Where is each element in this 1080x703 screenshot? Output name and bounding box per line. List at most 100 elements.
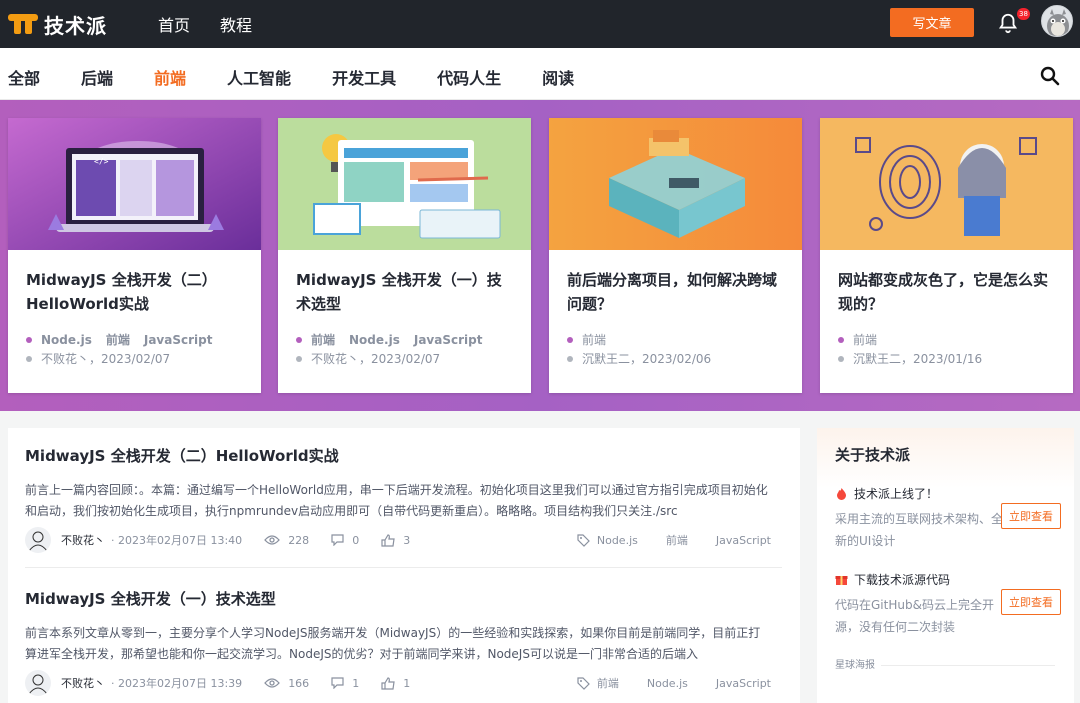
search-icon[interactable] [1040, 66, 1060, 86]
brand-logo[interactable]: 技术派 [8, 9, 107, 39]
comment-icon [331, 677, 344, 689]
comment-count[interactable]: 0 [331, 534, 359, 547]
tag-icon [577, 676, 590, 690]
card-author-date-text: 不败花丶，2023/02/07 [311, 352, 441, 366]
card-title[interactable]: MidwayJS 全栈开发（一）技术选型 [296, 268, 516, 316]
card-tag[interactable]: Node.js [41, 333, 92, 347]
comment-count-value: 1 [352, 676, 360, 690]
card-tags: 前端 Node.js JavaScript [296, 331, 496, 348]
view-count-value: 228 [288, 533, 310, 547]
featured-card[interactable]: MidwayJS 全栈开发（一）技术选型 前端 Node.js JavaScri… [278, 118, 531, 393]
card-tag[interactable]: 前端 [106, 331, 130, 348]
card-tags: 前端 [567, 331, 620, 348]
article-tags: Node.js 前端 JavaScript [577, 532, 771, 548]
card-tags: Node.js 前端 JavaScript [26, 331, 226, 348]
article-summary: 前言本系列文章从零到一，主要分享个人学习NodeJS服务端开发（MidwayJS… [25, 626, 761, 661]
card-author-date: 不败花丶，2023/02/07 [26, 350, 170, 367]
article-tag[interactable]: Node.js [647, 677, 688, 690]
card-tag[interactable]: JavaScript [414, 333, 483, 347]
bell-icon[interactable] [997, 12, 1019, 34]
card-tag[interactable]: Node.js [349, 333, 400, 347]
poster-label: 星球海报 [835, 656, 881, 671]
tag-icon [577, 533, 590, 547]
tab-devtools[interactable]: 开发工具 [332, 65, 396, 89]
featured-card[interactable]: 前后端分离项目，如何解决跨域问题？ 前端 沉默王二，2023/02/06 [549, 118, 802, 393]
card-author-date-text: 沉默王二，2023/02/06 [582, 352, 712, 366]
featured-card[interactable]: </> MidwayJS 全栈开发（二）HelloWorld实战 Node.js… [8, 118, 261, 393]
article-tags: 前端 Node.js JavaScript [577, 675, 771, 691]
article-item[interactable]: MidwayJS 全栈开发（一）技术选型 前言本系列文章从零到一，主要分享个人学… [25, 588, 785, 696]
article-summary: 前言上一篇内容回顾：。本篇：通过编写一个HelloWorld应用，串一下后端开发… [25, 483, 768, 518]
article-item[interactable]: MidwayJS 全栈开发（二）HelloWorld实战 前言上一篇内容回顾：。… [25, 445, 785, 553]
nav-tutorial[interactable]: 教程 [220, 12, 252, 36]
category-bar: 全部 后端 前端 人工智能 开发工具 代码人生 阅读 [0, 48, 1080, 100]
author-name[interactable]: 不败花丶 [61, 675, 105, 691]
article-tag[interactable]: Node.js [597, 534, 638, 547]
tab-code-life[interactable]: 代码人生 [437, 65, 501, 89]
meta-dot [838, 355, 844, 362]
article-tag[interactable]: JavaScript [716, 677, 771, 690]
meta-dot [567, 355, 573, 362]
view-now-button[interactable]: 立即查看 [1001, 589, 1061, 615]
sidebar-title: 关于技术派 [835, 446, 911, 464]
article-tag[interactable]: 前端 [597, 675, 619, 691]
card-tag[interactable]: 前端 [853, 331, 877, 348]
nav-home[interactable]: 首页 [158, 12, 190, 36]
eye-icon [264, 678, 281, 688]
card-tag[interactable]: 前端 [311, 331, 335, 348]
article-divider [25, 567, 782, 568]
card-author-date: 不败花丶，2023/02/07 [296, 350, 440, 367]
view-now-button[interactable]: 立即查看 [1001, 503, 1061, 529]
card-title[interactable]: 网站都变成灰色了，它是怎么实现的？ [838, 268, 1058, 316]
sidebar-item-head: 下载技术派源代码 [854, 573, 951, 587]
logo-mark-icon [8, 12, 38, 36]
category-tabs: 全部 后端 前端 人工智能 开发工具 代码人生 阅读 [8, 65, 615, 89]
sidebar-item-desc: 代码在GitHub&码云上完全开源，没有任何二次封装 [835, 598, 994, 634]
tab-reading[interactable]: 阅读 [542, 65, 574, 89]
like-count[interactable]: 3 [381, 534, 410, 547]
card-cover-image [278, 118, 531, 250]
eye-icon [264, 535, 281, 545]
sidebar-item-desc: 采用主流的互联网技术架构、全新的UI设计 [835, 512, 1004, 548]
thumbs-up-icon [381, 533, 395, 547]
write-article-button[interactable]: 写文章 [890, 8, 974, 37]
card-title[interactable]: MidwayJS 全栈开发（二）HelloWorld实战 [26, 268, 246, 316]
article-title[interactable]: MidwayJS 全栈开发（一）技术选型 [25, 588, 785, 609]
sidebar-item-head: 技术派上线了！ [854, 487, 939, 501]
tab-all[interactable]: 全部 [8, 65, 40, 89]
article-footer: 不败花丶 · 2023年02月07日 13:39 166 1 1 前端 Node… [25, 670, 785, 696]
card-author-date: 沉默王二，2023/01/16 [838, 350, 982, 367]
publish-time: · 2023年02月07日 13:40 [111, 534, 243, 547]
tab-frontend[interactable]: 前端 [154, 65, 186, 89]
comment-count[interactable]: 1 [331, 677, 359, 690]
view-count: 166 [264, 677, 309, 690]
brand-name: 技术派 [44, 13, 107, 38]
card-title[interactable]: 前后端分离项目，如何解决跨域问题？ [567, 268, 787, 316]
article-title[interactable]: MidwayJS 全栈开发（二）HelloWorld实战 [25, 445, 785, 466]
article-tag[interactable]: JavaScript [716, 534, 771, 547]
article-tag[interactable]: 前端 [666, 532, 688, 548]
about-sidebar: 关于技术派 技术派上线了！ 采用主流的互联网技术架构、全新的UI设计 立即查看 … [817, 428, 1074, 703]
publish-time: · 2023年02月07日 13:39 [111, 677, 243, 690]
gift-icon [835, 576, 848, 585]
author-avatar[interactable] [25, 670, 51, 696]
article-footer: 不败花丶 · 2023年02月07日 13:40 228 0 3 Node.js… [25, 527, 785, 553]
top-navbar: 技术派 首页 教程 写文章 38 [0, 0, 1080, 48]
meta-dot [296, 355, 302, 362]
like-count[interactable]: 1 [381, 677, 410, 690]
author-name[interactable]: 不败花丶 [61, 532, 105, 548]
article-list: MidwayJS 全栈开发（二）HelloWorld实战 前言上一篇内容回顾：。… [8, 428, 800, 703]
tab-backend[interactable]: 后端 [81, 65, 113, 89]
card-tag[interactable]: JavaScript [144, 333, 213, 347]
fire-icon [837, 488, 846, 500]
view-count: 228 [264, 534, 309, 547]
card-author-date: 沉默王二，2023/02/06 [567, 350, 711, 367]
author-avatar[interactable] [25, 527, 51, 553]
user-avatar[interactable] [1041, 5, 1073, 37]
comment-count-value: 0 [352, 533, 360, 547]
tab-ai[interactable]: 人工智能 [227, 65, 291, 89]
card-tag[interactable]: 前端 [582, 331, 606, 348]
svg-text:</>: </> [94, 157, 109, 166]
card-tags: 前端 [838, 331, 891, 348]
featured-card[interactable]: 网站都变成灰色了，它是怎么实现的？ 前端 沉默王二，2023/01/16 [820, 118, 1073, 393]
